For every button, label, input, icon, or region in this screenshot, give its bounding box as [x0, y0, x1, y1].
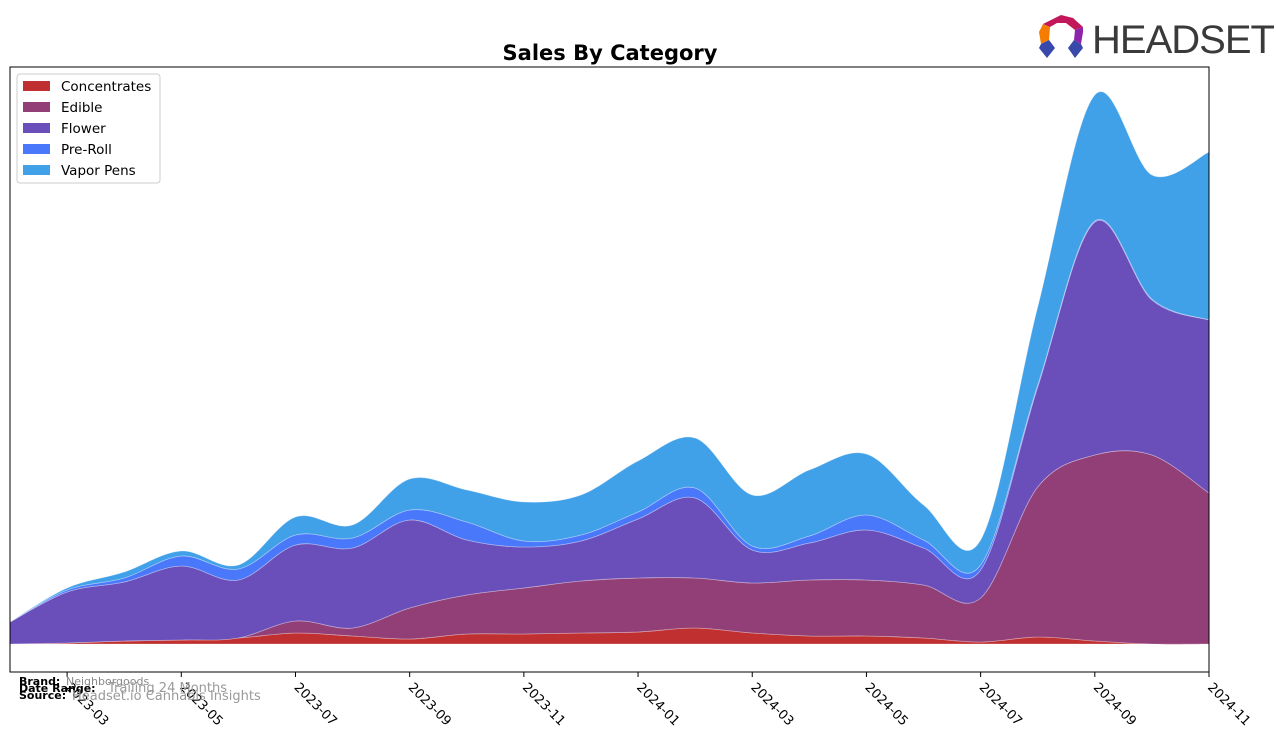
chart-title: Sales By Category [503, 41, 718, 65]
legend-swatch-vapor-pens [23, 165, 50, 175]
source-label: Source: [19, 689, 66, 702]
legend-swatch-edible [23, 102, 50, 112]
x-tick-label: 2024-07 [976, 680, 1025, 729]
sales-by-category-chart: HEADSET Sales By Category 2023-03 2023-05… [9, 15, 1275, 729]
area-layers [10, 91, 1209, 645]
legend-label-vapor-pens: Vapor Pens [61, 163, 136, 179]
x-tick-label: 2024-01 [633, 680, 682, 729]
logo-text: HEADSET [1092, 18, 1274, 62]
legend-label-pre-roll: Pre-Roll [61, 142, 112, 158]
x-tick-label: 2023-07 [291, 680, 340, 729]
legend-swatch-pre-roll [23, 144, 50, 154]
x-tick-label: 2024-09 [1090, 680, 1139, 729]
headset-logo-icon [1039, 15, 1083, 58]
x-tick-label: 2024-11 [1204, 680, 1253, 729]
legend-label-flower: Flower [61, 121, 106, 137]
footer-info: Brand: Neighborgoods Date Range: Trailin… [19, 675, 261, 704]
x-tick-label: 2024-05 [862, 680, 911, 729]
x-tick-label: 2023-11 [519, 680, 568, 729]
legend-label-concentrates: Concentrates [61, 79, 151, 95]
x-tick-label: 2023-09 [405, 680, 454, 729]
legend: Concentrates Edible Flower Pre-Roll Vapor Pe… [16, 73, 161, 184]
headset-logo: HEADSET [1039, 15, 1275, 62]
legend-label-edible: Edible [61, 100, 102, 116]
legend-swatch-concentrates [23, 81, 50, 91]
legend-swatch-flower [23, 123, 50, 133]
x-tick-label: 2024-03 [747, 680, 796, 729]
source-value: Headset.io Cannabis Insights [72, 689, 261, 704]
